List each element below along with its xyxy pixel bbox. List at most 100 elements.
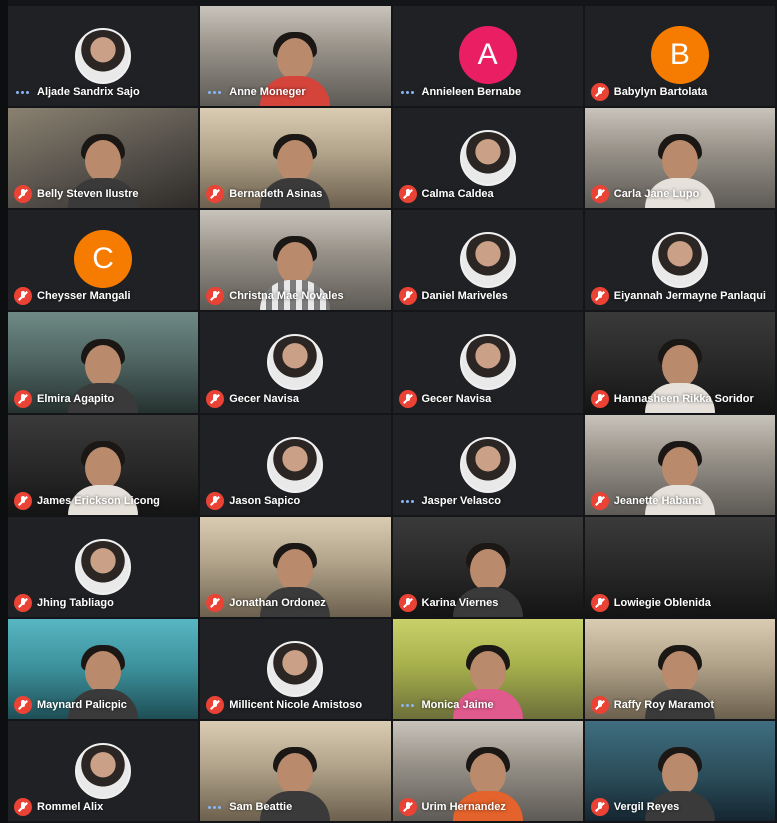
- participant-tile[interactable]: Monica Jaime: [392, 618, 583, 719]
- participant-name: Urim Hernandez: [421, 801, 506, 813]
- mic-muted-icon: [14, 593, 32, 612]
- participant-label: Jonathan Ordonez: [206, 593, 326, 612]
- profile-photo: [651, 232, 708, 289]
- participant-tile[interactable]: Lowiegie Oblenida: [584, 516, 775, 617]
- participant-name: Rommel Alix: [37, 801, 104, 813]
- participant-label: Bernadeth Asinas: [206, 185, 323, 204]
- participant-tile[interactable]: Jeanette Habana: [584, 414, 775, 515]
- participant-label: Christna Mae Novales: [206, 287, 344, 306]
- participant-label: James Erickson Licong: [14, 491, 160, 510]
- meeting-stage: Aljade Sandrix Sajo Anne Moneger A Annie…: [0, 0, 777, 823]
- participant-name: Raffy Roy Maramot: [613, 698, 714, 711]
- participant-name: Carla Jane Lupo: [613, 188, 700, 201]
- participant-name: Jason Sapico: [229, 494, 301, 507]
- participant-tile[interactable]: Karina Viernes: [392, 516, 583, 617]
- participant-tile[interactable]: Urim Hernandez: [392, 720, 583, 821]
- participant-tile[interactable]: Daniel Mariveles: [392, 210, 583, 311]
- participant-label: Sam Beattie: [206, 798, 292, 816]
- participant-tile[interactable]: James Erickson Licong: [8, 414, 199, 515]
- participant-tile[interactable]: Bernadeth Asinas: [200, 108, 391, 209]
- participant-name: Cheysser Mangali: [37, 290, 131, 303]
- participant-tile[interactable]: Jasper Velasco: [392, 414, 583, 515]
- participant-label: Jhing Tabliago: [14, 593, 114, 612]
- participant-name: Annieleen Bernabe: [421, 86, 522, 99]
- speaking-icon: [399, 83, 417, 101]
- participant-tile[interactable]: Maynard Palicpic: [8, 618, 199, 719]
- letter-avatar: A: [458, 26, 517, 84]
- participant-label: Karina Viernes: [398, 593, 498, 612]
- mic-muted-icon: [206, 491, 225, 510]
- participant-tile[interactable]: Belly Steven Ilustre: [8, 108, 199, 209]
- participant-grid: Aljade Sandrix Sajo Anne Moneger A Annie…: [8, 6, 775, 821]
- participant-tile[interactable]: Sam Beattie: [200, 720, 391, 821]
- participant-name: Babylyn Bartolata: [613, 86, 708, 99]
- participant-tile[interactable]: Millicent Nicole Amistoso: [200, 618, 391, 719]
- participant-tile[interactable]: Vergil Reyes: [584, 720, 775, 821]
- participant-tile[interactable]: Christna Mae Novales: [200, 210, 391, 311]
- mic-muted-icon: [206, 185, 225, 204]
- profile-photo: [459, 436, 516, 493]
- participant-tile[interactable]: Eiyannah Jermayne Panlaqui: [584, 210, 775, 311]
- participant-name: Jhing Tabliago: [37, 596, 114, 609]
- participant-tile[interactable]: Elmira Agapito: [8, 312, 199, 413]
- profile-photo: [267, 436, 324, 493]
- participant-label: Cheysser Mangali: [14, 287, 131, 306]
- mic-muted-icon: [14, 798, 32, 816]
- participant-tile[interactable]: Jonathan Ordonez: [200, 516, 391, 617]
- participant-label: Carla Jane Lupo: [590, 185, 700, 204]
- mic-muted-icon: [398, 593, 417, 612]
- participant-label: Gecer Navisa: [398, 389, 491, 408]
- participant-tile[interactable]: C Cheysser Mangali: [8, 210, 199, 311]
- participant-name: Vergil Reyes: [613, 801, 680, 813]
- participant-tile[interactable]: Calma Caldea: [392, 108, 583, 209]
- participant-name: Bernadeth Asinas: [229, 188, 323, 201]
- mic-muted-icon: [206, 593, 225, 612]
- speaking-icon: [399, 492, 417, 510]
- participant-tile[interactable]: B Babylyn Bartolata: [584, 6, 775, 107]
- participant-label: Jeanette Habana: [590, 491, 701, 510]
- participant-label: Raffy Roy Maramot: [590, 695, 714, 714]
- mic-muted-icon: [590, 83, 609, 102]
- profile-photo: [267, 640, 324, 697]
- participant-name: Belly Steven Ilustre: [37, 188, 139, 201]
- participant-label: Annieleen Bernabe: [399, 83, 522, 101]
- participant-label: Lowiegie Oblenida: [590, 593, 711, 612]
- participant-name: Jonathan Ordonez: [229, 596, 326, 609]
- mic-muted-icon: [206, 389, 225, 408]
- participant-tile[interactable]: Jason Sapico: [200, 414, 391, 515]
- speaking-icon: [206, 798, 224, 816]
- participant-tile[interactable]: Aljade Sandrix Sajo: [8, 6, 199, 107]
- participant-tile[interactable]: Carla Jane Lupo: [584, 108, 775, 209]
- participant-tile[interactable]: Raffy Roy Maramot: [584, 618, 775, 719]
- mic-muted-icon: [206, 695, 225, 714]
- participant-tile[interactable]: Hannasheen Rikka Soridor: [584, 312, 775, 413]
- mic-muted-icon: [14, 185, 32, 204]
- participant-label: Jason Sapico: [206, 491, 301, 510]
- mic-muted-icon: [590, 695, 609, 714]
- mic-muted-icon: [590, 491, 609, 510]
- mic-muted-icon: [398, 798, 417, 816]
- participant-tile[interactable]: Anne Moneger: [200, 6, 391, 107]
- participant-label: Vergil Reyes: [590, 798, 680, 816]
- participant-label: Babylyn Bartolata: [590, 83, 708, 102]
- mic-muted-icon: [590, 185, 609, 204]
- profile-photo: [267, 334, 324, 391]
- participant-label: Jasper Velasco: [399, 492, 502, 510]
- participant-name: Eiyannah Jermayne Panlaqui: [613, 290, 766, 303]
- participant-tile[interactable]: A Annieleen Bernabe: [392, 6, 583, 107]
- letter-avatar: B: [650, 26, 709, 84]
- mic-muted-icon: [14, 287, 32, 306]
- participant-label: Millicent Nicole Amistoso: [206, 695, 362, 714]
- letter-avatar: C: [74, 230, 133, 289]
- speaking-icon: [14, 83, 32, 101]
- profile-photo: [459, 232, 516, 289]
- participant-tile[interactable]: Jhing Tabliago: [8, 516, 199, 617]
- participant-name: Anne Moneger: [229, 86, 306, 99]
- participant-name: Jasper Velasco: [421, 494, 502, 507]
- window-edge: [0, 0, 8, 823]
- participant-tile[interactable]: Rommel Alix: [8, 720, 199, 821]
- participant-tile[interactable]: Gecer Navisa: [200, 312, 391, 413]
- participant-tile[interactable]: Gecer Navisa: [392, 312, 583, 413]
- participant-name: Gecer Navisa: [229, 392, 299, 405]
- participant-label: Maynard Palicpic: [14, 695, 127, 714]
